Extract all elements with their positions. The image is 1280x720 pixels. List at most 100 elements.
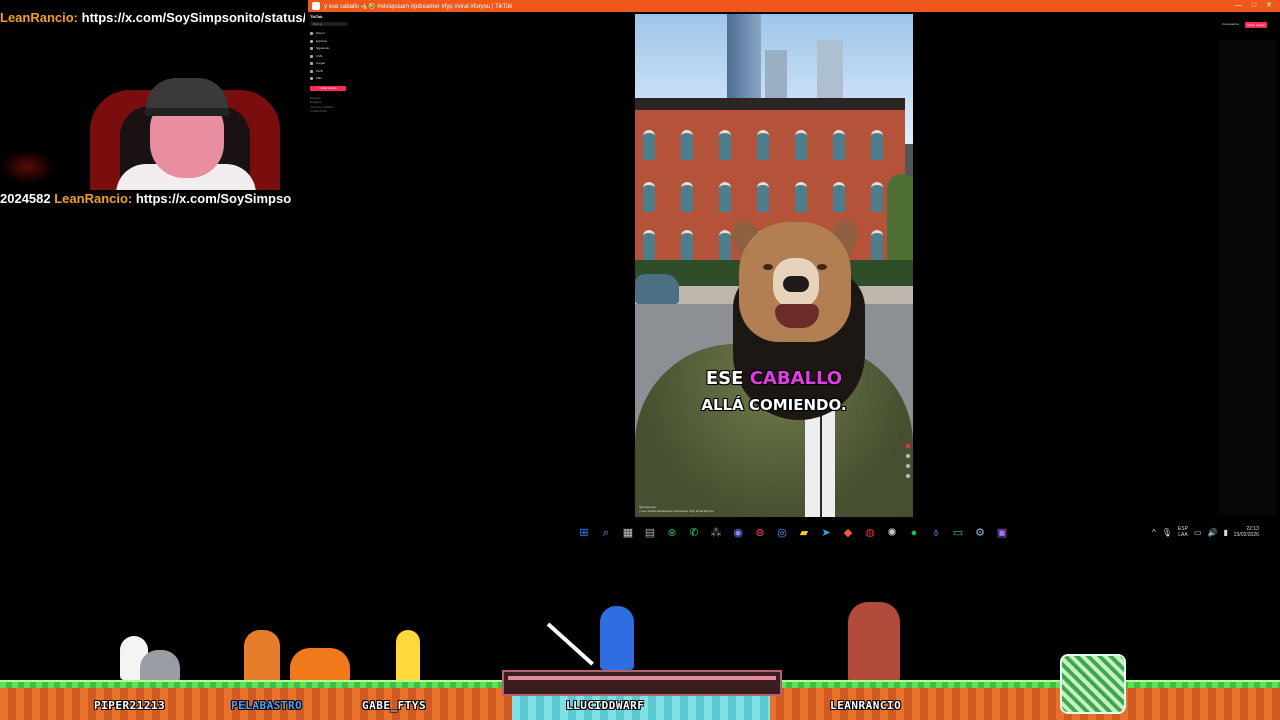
share-icon[interactable]: [906, 474, 910, 478]
browser-tab-title[interactable]: y ese caballo 🐴🤣 #elviejosam #pdreamer #…: [324, 3, 512, 10]
rock-sprite: [140, 650, 180, 682]
dog-eye: [817, 264, 827, 270]
minimize-icon[interactable]: —: [1235, 0, 1242, 12]
home-icon: [310, 32, 313, 36]
comment-panel: [1218, 40, 1276, 515]
file-icon[interactable]: ▦: [620, 525, 636, 541]
player-name: LEANRANCIO: [830, 699, 902, 712]
network-icon[interactable]: ▭: [1194, 528, 1202, 537]
warrior-sprite: [848, 602, 900, 682]
discord-icon[interactable]: ◉: [730, 525, 746, 541]
bookmark-icon[interactable]: [906, 464, 910, 468]
obs-icon[interactable]: ◍: [862, 525, 878, 541]
grid-icon[interactable]: ⁂: [708, 525, 724, 541]
light-glow: [0, 150, 55, 184]
upload-icon: [310, 62, 313, 66]
sidebar-nav: Para ti Explorar Siguiendo LIVE Cargar P…: [310, 30, 360, 83]
sidebar-item-explore[interactable]: Explorar: [310, 38, 360, 46]
player-name: PIPER21213: [94, 699, 166, 712]
homer-sprite: [396, 630, 420, 684]
login-button[interactable]: Iniciar sesión: [310, 85, 346, 91]
sidebar-item-for-you[interactable]: Para ti: [310, 30, 360, 38]
mic-icon[interactable]: 🎙: [1162, 528, 1172, 537]
bridge-rail: [508, 676, 776, 680]
sword-slash: [546, 622, 594, 666]
arrow-icon[interactable]: ⬨: [928, 525, 944, 541]
folder-icon[interactable]: ▰: [796, 525, 812, 541]
calendar-icon[interactable]: ▤: [642, 525, 658, 541]
chat-prefix: 2024582: [0, 191, 55, 206]
taskbar: ⊞ ⌕ ▦ ▤ ⊗ ✆ ⁂ ◉ ⊛ ◎ ▰ ➤ ◆ ◍ ✺ ● ⬨ ▭ ⚙ ▣ ^ 🎙 ESP LAA ▭ 🔊 ▮ 2…: [0, 522, 1280, 544]
search-icon[interactable]: ⌕: [598, 525, 614, 541]
comments-link[interactable]: Comentarios: [1222, 22, 1239, 28]
comment-icon[interactable]: [906, 454, 910, 458]
maximize-icon[interactable]: □: [1252, 0, 1256, 12]
chat-text: https://x.com/SoySimpsonito/status/: [78, 10, 305, 25]
clock-date: 23/02/2026: [1233, 532, 1259, 538]
chat-message: 2024582 LeanRancio: https://x.com/SoySim…: [0, 191, 305, 206]
subtitle-line-1: ESE CABALLO: [705, 368, 843, 389]
building-cornice: [635, 98, 905, 110]
window-row: [643, 130, 883, 160]
sidebar-item-more[interactable]: Más: [310, 75, 360, 83]
chevron-up-icon[interactable]: ^: [1152, 528, 1156, 537]
brave-icon[interactable]: ◆: [840, 525, 856, 541]
subtitle-highlight: CABALLO: [749, 368, 843, 389]
xbox-icon[interactable]: ⊗: [664, 525, 680, 541]
sidebar-item-live[interactable]: LIVE: [310, 53, 360, 61]
openai-icon[interactable]: ✺: [884, 525, 900, 541]
window-controls: — □ ✕: [1235, 0, 1280, 12]
player-name: GABE_FTYS: [362, 699, 427, 712]
video-caption: @elviejosam y ese caballo #elviejosam #p…: [639, 505, 714, 513]
fire-sprite: [290, 648, 350, 682]
app-red-icon[interactable]: ⊛: [752, 525, 768, 541]
chrome-icon[interactable]: ◎: [774, 525, 790, 541]
compass-icon: [310, 39, 313, 43]
chat-text: https://x.com/SoySimpso: [132, 191, 292, 206]
player-name: PELABASTRO: [231, 699, 303, 712]
swordsman-sprite: [600, 606, 634, 670]
window-row: [643, 182, 883, 212]
webcam-feed: [86, 70, 286, 190]
start-icon[interactable]: ⊞: [576, 525, 592, 541]
profile-icon: [310, 69, 313, 73]
like-icon[interactable]: [906, 444, 910, 448]
battery-icon[interactable]: ▮: [1223, 528, 1227, 537]
header-login-button[interactable]: Iniciar sesión: [1245, 22, 1267, 28]
monk-sprite: [244, 630, 280, 684]
dog-nose: [783, 276, 809, 292]
jacket-zipper: [820, 404, 822, 517]
users-icon: [310, 47, 313, 51]
player-name: LLUCIDDWARF: [566, 699, 645, 712]
chat-username: LeanRancio:: [54, 191, 133, 206]
telegram-icon[interactable]: ➤: [818, 525, 834, 541]
chat-message: LeanRancio: https://x.com/SoySimpsonito/…: [0, 10, 305, 25]
sidebar-item-upload[interactable]: Cargar: [310, 60, 360, 68]
bridge: [502, 670, 782, 696]
terminal-icon[interactable]: ▭: [950, 525, 966, 541]
tiktok-logo[interactable]: TikTok: [310, 14, 360, 19]
whatsapp-icon[interactable]: ✆: [686, 525, 702, 541]
steam-icon[interactable]: ⚙: [972, 525, 988, 541]
tiktok-header: Comentarios Iniciar sesión: [1222, 22, 1267, 28]
sidebar-item-following[interactable]: Siguiendo: [310, 45, 360, 53]
close-icon[interactable]: ✕: [1266, 0, 1272, 12]
footer-copyright: © 2026 TikTok: [310, 110, 327, 113]
volume-icon[interactable]: 🔊: [1208, 528, 1218, 537]
clock[interactable]: 22:13 23/02/2026: [1234, 526, 1259, 538]
stream-stage: y ese caballo 🐴🤣 #elviejosam #pdreamer #…: [0, 0, 1280, 720]
video-player[interactable]: ESE CABALLO ALLÁ COMIENDO. @elviejosam y…: [635, 14, 913, 517]
language-indicator[interactable]: ESP LAA: [1178, 526, 1188, 538]
search-input[interactable]: Buscar: [310, 22, 348, 26]
sidebar-footer: Empresa Programa Términos y políticas © …: [310, 97, 360, 115]
dog-mouth: [775, 304, 819, 328]
video-subtitle: ESE CABALLO ALLÁ COMIENDO.: [635, 366, 913, 418]
sidebar-item-profile[interactable]: Perfil: [310, 68, 360, 76]
taskbar-apps: ⊞ ⌕ ▦ ▤ ⊗ ✆ ⁂ ◉ ⊛ ◎ ▰ ➤ ◆ ◍ ✺ ● ⬨ ▭ ⚙ ▣: [576, 525, 1010, 541]
twitch-icon[interactable]: ▣: [994, 525, 1010, 541]
browser-titlebar: y ese caballo 🐴🤣 #elviejosam #pdreamer #…: [308, 0, 1280, 12]
spotify-icon[interactable]: ●: [906, 525, 922, 541]
system-tray: ^ 🎙 ESP LAA ▭ 🔊 ▮ 22:13 23/02/2026: [1152, 526, 1259, 538]
subtitle-line-2: ALLÁ COMIENDO.: [701, 396, 847, 414]
chat-username: LeanRancio:: [0, 10, 79, 25]
